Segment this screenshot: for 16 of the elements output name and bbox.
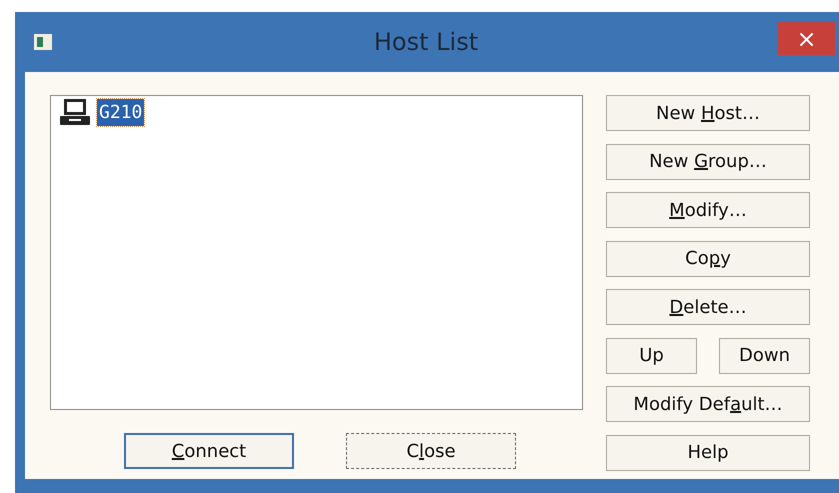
dialog-button[interactable]: Delete… [606, 289, 810, 325]
computer-icon [59, 98, 91, 126]
dialog-button[interactable]: Copy [606, 240, 810, 276]
dialog-button[interactable]: Modify Default… [606, 386, 810, 422]
dialog-button[interactable]: Up [606, 338, 697, 374]
dialog-button[interactable]: Down [719, 338, 810, 374]
close-button[interactable]: × [778, 22, 835, 55]
window-icon [33, 32, 53, 52]
dialog-button[interactable]: Modify… [606, 192, 810, 228]
dialog-button[interactable]: New Group… [606, 144, 810, 180]
dialog-button[interactable]: Close [346, 433, 516, 469]
dialog-button[interactable]: Connect [124, 433, 294, 469]
dialog-button[interactable]: Help [606, 434, 810, 470]
window-title: Host List [372, 28, 480, 56]
host-item[interactable]: G210 [97, 98, 144, 126]
dialog-button[interactable]: New Host… [606, 95, 810, 131]
